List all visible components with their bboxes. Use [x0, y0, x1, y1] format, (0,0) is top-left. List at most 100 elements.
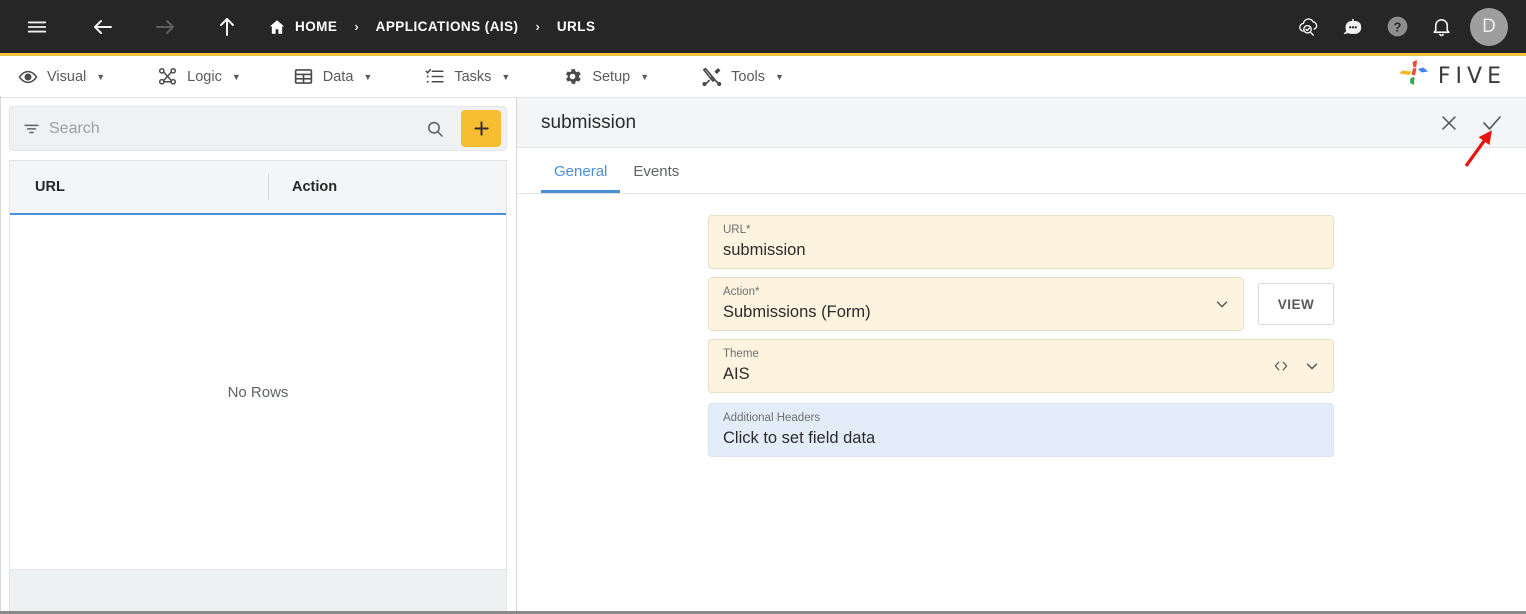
breadcrumb-separator: ›: [354, 20, 358, 33]
menu-label-setup: Setup: [592, 69, 630, 85]
field-row-additional-headers: Additional Headers Click to set field da…: [708, 403, 1334, 457]
url-field-label: URL*: [723, 223, 1319, 237]
breadcrumb-item-urls[interactable]: URLS: [557, 19, 596, 34]
url-field[interactable]: URL* submission: [708, 215, 1334, 269]
arrow-left-icon[interactable]: [88, 12, 118, 42]
chevron-down-icon: ▼: [775, 72, 784, 82]
menu-item-visual[interactable]: Visual ▼: [18, 67, 105, 87]
detail-tabs: General Events: [517, 148, 1526, 194]
arrow-right-icon[interactable]: [150, 12, 180, 42]
chevron-down-icon: ▼: [501, 72, 510, 82]
svg-text:?: ?: [1393, 19, 1401, 34]
grid-body: No Rows: [10, 215, 506, 569]
field-row-url: URL* submission: [708, 215, 1334, 269]
general-form: URL* submission Action* Submissions (For…: [517, 194, 1526, 614]
url-required-marker: *: [746, 224, 750, 236]
top-navigation-bar: HOME › APPLICATIONS (AIS) › URLS: [0, 0, 1526, 53]
notifications-bell-icon[interactable]: [1426, 12, 1456, 42]
additional-headers-field-value: Click to set field data: [723, 427, 1319, 449]
menu-label-tools: Tools: [731, 69, 765, 85]
grid-column-url[interactable]: URL: [10, 161, 268, 213]
eye-icon: [18, 67, 38, 87]
arrow-up-icon[interactable]: [212, 12, 242, 42]
home-icon: [268, 18, 286, 36]
five-logo-text: FIVE: [1438, 64, 1506, 89]
grid-column-action[interactable]: Action: [268, 174, 337, 200]
chevron-down-icon: ▼: [232, 72, 241, 82]
filter-icon[interactable]: [22, 119, 41, 138]
field-row-action: Action* Submissions (Form): [708, 277, 1334, 331]
search-input[interactable]: [49, 120, 411, 138]
theme-field-adornments: [1272, 357, 1321, 375]
menu-label-tasks: Tasks: [454, 69, 491, 85]
search-icon[interactable]: [419, 119, 451, 139]
url-field-value: submission: [723, 239, 1319, 261]
search-box[interactable]: [9, 106, 507, 151]
content-area: URL Action No Rows submission: [0, 98, 1526, 614]
avatar-initial: D: [1482, 16, 1496, 38]
field-row-theme: Theme AIS: [708, 339, 1334, 393]
urls-grid: URL Action No Rows: [9, 160, 507, 614]
theme-field-label: Theme: [723, 347, 1319, 361]
tab-events[interactable]: Events: [620, 164, 692, 193]
form-column: URL* submission Action* Submissions (For…: [708, 215, 1334, 457]
url-label-text: URL: [723, 224, 746, 236]
theme-field-value: AIS: [723, 363, 1319, 385]
five-logo: FIVE: [1397, 59, 1506, 94]
tab-general[interactable]: General: [541, 164, 620, 193]
view-button[interactable]: VIEW: [1258, 283, 1334, 325]
action-field-adornments: [1213, 295, 1231, 313]
navigation-controls: [22, 12, 242, 42]
user-avatar[interactable]: D: [1470, 8, 1508, 46]
breadcrumb-applications-label: APPLICATIONS (AIS): [376, 19, 519, 34]
application-window: HOME › APPLICATIONS (AIS) › URLS: [0, 0, 1526, 614]
chevron-down-icon[interactable]: [1213, 295, 1231, 313]
menu-item-logic[interactable]: Logic ▼: [157, 66, 241, 87]
node-graph-icon: [157, 66, 178, 87]
theme-label-text: Theme: [723, 348, 759, 360]
grid-header-row: URL Action: [10, 161, 506, 215]
additional-headers-field-label: Additional Headers: [723, 411, 1319, 425]
main-menu-bar: Visual ▼ Logic ▼: [0, 56, 1526, 98]
menu-label-data: Data: [323, 69, 354, 85]
add-url-button[interactable]: [461, 110, 501, 147]
breadcrumb-urls-label: URLS: [557, 19, 596, 34]
gear-icon: [562, 66, 583, 87]
breadcrumb-item-applications[interactable]: APPLICATIONS (AIS): [376, 19, 519, 34]
panel-left-edge: [0, 96, 1, 614]
hamburger-menu-icon[interactable]: [22, 12, 52, 42]
menu-item-data[interactable]: Data ▼: [293, 66, 373, 87]
help-icon[interactable]: ?: [1382, 12, 1412, 42]
cloud-check-icon[interactable]: [1294, 12, 1324, 42]
code-icon[interactable]: [1272, 357, 1290, 375]
chevron-down-icon: ▼: [363, 72, 372, 82]
chevron-down-icon: ▼: [96, 72, 105, 82]
additional-headers-field[interactable]: Additional Headers Click to set field da…: [708, 403, 1334, 457]
robot-chat-icon[interactable]: [1338, 12, 1368, 42]
url-detail-panel: submission General Events: [517, 98, 1526, 614]
detail-header-actions: [1438, 111, 1504, 135]
close-icon[interactable]: [1438, 112, 1460, 134]
menu-label-logic: Logic: [187, 69, 222, 85]
grid-footer: [10, 569, 506, 614]
menu-item-tasks[interactable]: Tasks ▼: [424, 66, 510, 87]
action-field[interactable]: Action* Submissions (Form): [708, 277, 1244, 331]
chevron-down-icon[interactable]: [1303, 357, 1321, 375]
breadcrumb-item-home[interactable]: HOME: [268, 18, 337, 36]
action-field-label: Action*: [723, 285, 1229, 299]
menu-item-tools[interactable]: Tools ▼: [701, 66, 784, 87]
save-checkmark-button[interactable]: [1480, 111, 1504, 135]
five-logo-mark: [1397, 59, 1431, 94]
chevron-down-icon: ▼: [640, 72, 649, 82]
top-bar-actions: ? D: [1294, 8, 1508, 46]
action-required-marker: *: [755, 286, 759, 298]
page-title: submission: [541, 112, 636, 134]
checklist-icon: [424, 66, 445, 87]
tools-icon: [701, 66, 722, 87]
theme-field[interactable]: Theme AIS: [708, 339, 1334, 393]
menu-item-setup[interactable]: Setup ▼: [562, 66, 649, 87]
action-field-value: Submissions (Form): [723, 301, 1229, 323]
empty-state-message: No Rows: [228, 384, 289, 401]
search-row: [0, 98, 516, 158]
breadcrumb-separator: ›: [536, 20, 540, 33]
